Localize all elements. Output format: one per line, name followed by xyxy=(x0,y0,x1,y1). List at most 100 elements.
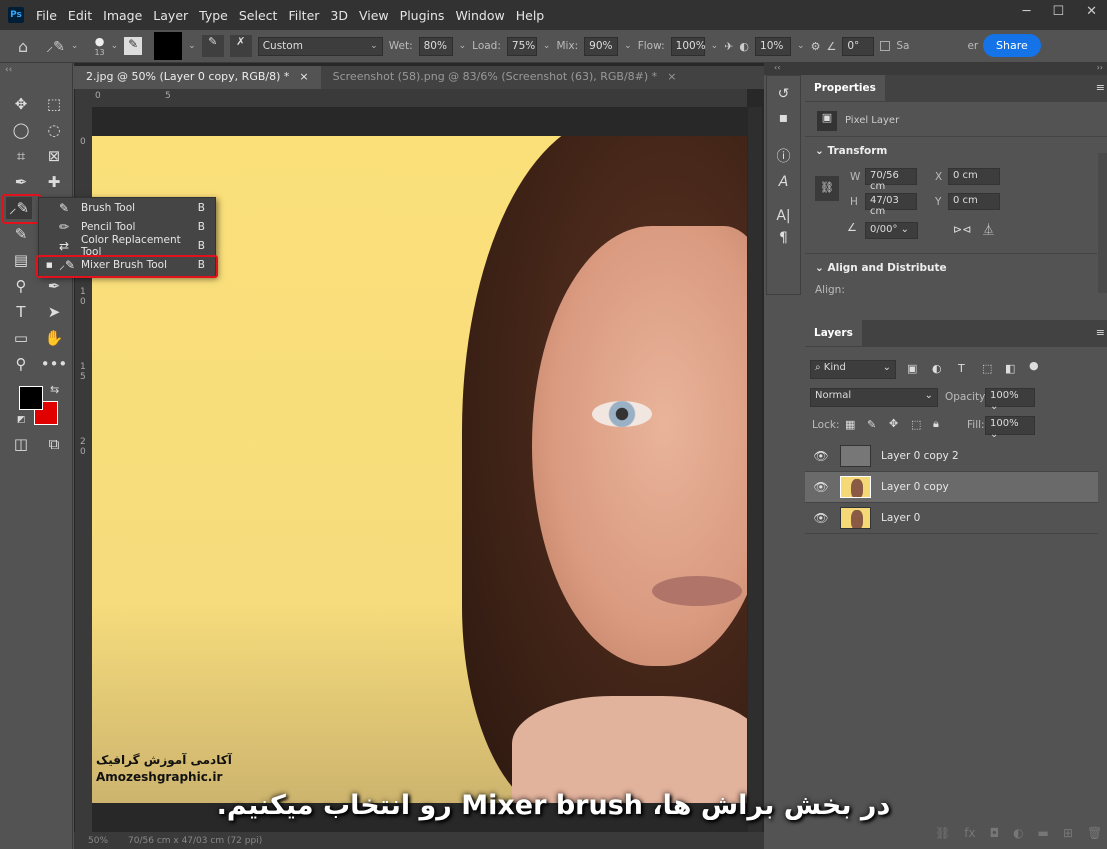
flip-vertical-icon[interactable]: ⏅ xyxy=(983,221,994,237)
rotation-input[interactable]: 0/00° ⌄ xyxy=(865,222,918,239)
lasso-tool-icon[interactable]: ◯ xyxy=(8,119,34,141)
lock-position-icon[interactable]: ✥ xyxy=(889,417,898,430)
more-tools-icon[interactable]: ••• xyxy=(41,353,68,375)
menu-layer[interactable]: Layer xyxy=(153,8,188,23)
share-button[interactable]: Share xyxy=(983,34,1041,57)
rectangle-tool-icon[interactable]: ▭ xyxy=(8,327,34,349)
pen-tool-icon[interactable]: ✒ xyxy=(41,275,67,297)
menu-plugins[interactable]: Plugins xyxy=(400,8,445,23)
vertical-scrollbar[interactable] xyxy=(748,107,762,832)
dodge-tool-icon[interactable]: ⚲ xyxy=(8,275,34,297)
history-brush-icon[interactable]: ✎ xyxy=(8,223,34,245)
lock-all-icon[interactable]: 🔒︎ xyxy=(933,417,939,431)
layer-row[interactable]: 👁︎ Layer 0 copy 2 xyxy=(805,441,1098,472)
quick-mask-icon[interactable]: ◫ xyxy=(8,433,34,455)
properties-scrollbar[interactable] xyxy=(1098,153,1107,293)
mix-input[interactable]: 90% xyxy=(584,36,619,56)
tab-screenshot-58[interactable]: Screenshot (58).png @ 83/6% (Screenshot … xyxy=(321,66,689,89)
eyedropper-icon[interactable]: ✒ xyxy=(8,171,34,193)
opacity-input[interactable]: 100% ⌄ xyxy=(985,388,1035,412)
close-icon[interactable]: ✕ xyxy=(1086,4,1097,19)
wet-input[interactable]: 80% xyxy=(418,36,453,56)
visibility-eye-icon[interactable]: 👁︎ xyxy=(805,480,837,494)
trash-icon[interactable]: 🗑︎ xyxy=(1087,826,1102,840)
gear-icon[interactable]: ⚙ xyxy=(811,40,821,53)
brush-settings-icon[interactable]: ✎ xyxy=(124,37,143,55)
info-icon[interactable]: ⓘ xyxy=(767,146,800,166)
default-colors-icon[interactable]: ◩ xyxy=(17,415,26,425)
transform-section[interactable]: ⌄ Transform xyxy=(815,145,887,157)
angle-input[interactable]: 0° xyxy=(842,36,875,56)
filter-pixel-icon[interactable]: ▣ xyxy=(907,362,917,375)
close-tab-icon[interactable]: × xyxy=(299,70,308,85)
load-input[interactable]: 75% xyxy=(506,36,537,56)
gradient-tool-icon[interactable]: ▤ xyxy=(8,249,34,271)
maximize-icon[interactable]: ☐ xyxy=(1052,4,1064,19)
menu-item-brush-tool[interactable]: ✎ Brush Tool B xyxy=(39,198,215,217)
zoom-tool-icon[interactable]: ⚲ xyxy=(8,353,34,375)
panel-menu-icon[interactable]: ≡ xyxy=(1096,81,1105,94)
filter-shape-icon[interactable]: ⬚ xyxy=(982,362,992,375)
layer-row[interactable]: 👁︎ Layer 0 xyxy=(805,503,1098,534)
type-tool-icon[interactable]: T xyxy=(8,301,34,323)
flip-horizontal-icon[interactable]: ⊳⊲ xyxy=(953,223,971,236)
visibility-eye-icon[interactable]: 👁︎ xyxy=(805,449,837,463)
brush-size-picker[interactable]: ● 13 xyxy=(94,35,104,57)
group-icon[interactable]: ▬ xyxy=(1038,826,1049,840)
menu-window[interactable]: Window xyxy=(455,8,504,23)
menu-edit[interactable]: Edit xyxy=(68,8,92,23)
history-icon[interactable]: ↺ xyxy=(767,86,800,102)
link-icon[interactable]: ⛓ xyxy=(815,176,839,201)
tab-properties[interactable]: Properties xyxy=(805,75,885,101)
lock-image-icon[interactable]: ✎ xyxy=(867,418,876,431)
add-mask-icon[interactable]: ◘ xyxy=(990,826,1000,840)
tab-layers[interactable]: Layers xyxy=(805,320,862,346)
menu-item-color-replacement-tool[interactable]: ⇄ Color Replacement Tool B xyxy=(39,234,215,258)
menu-image[interactable]: Image xyxy=(103,8,142,23)
preset-select[interactable]: Custom ⌄ xyxy=(257,36,383,56)
minimize-icon[interactable]: ─ xyxy=(1023,4,1031,19)
marquee-tool-icon[interactable]: ⬚ xyxy=(41,93,67,115)
load-brush-icon[interactable]: ✎ xyxy=(201,35,224,57)
menu-help[interactable]: Help xyxy=(516,8,545,23)
comments-icon[interactable]: ▪ xyxy=(767,110,800,126)
mixer-brush-preset-icon[interactable]: ⸝✎ xyxy=(46,37,65,56)
filter-toggle-icon[interactable]: ● xyxy=(1029,359,1039,372)
quick-selection-icon[interactable]: ◌ xyxy=(41,119,67,141)
home-icon[interactable]: ⌂ xyxy=(18,37,28,56)
close-tab-icon[interactable]: × xyxy=(667,70,676,85)
healing-brush-icon[interactable]: ✚ xyxy=(41,171,67,193)
lock-transparent-icon[interactable]: ▦ xyxy=(845,418,855,431)
character-styles-icon[interactable]: A| xyxy=(767,208,800,224)
fill-input[interactable]: 100% ⌄ xyxy=(985,416,1035,440)
path-selection-icon[interactable]: ➤ xyxy=(41,301,67,323)
y-input[interactable]: 0 cm xyxy=(948,193,1000,210)
blend-mode-select[interactable]: Normal ⌄ xyxy=(810,388,938,407)
crop-tool-icon[interactable]: ⌗ xyxy=(8,145,34,167)
adjustment-layer-icon[interactable]: ◐ xyxy=(1013,826,1023,840)
move-tool-icon[interactable]: ✥ xyxy=(8,93,34,115)
lock-artboard-icon[interactable]: ⬚ xyxy=(911,418,921,431)
hand-tool-icon[interactable]: ✋ xyxy=(41,327,67,349)
menu-file[interactable]: File xyxy=(36,8,57,23)
panel-menu-icon[interactable]: ≡ xyxy=(1096,326,1105,339)
menu-type[interactable]: Type xyxy=(199,8,228,23)
character-icon[interactable]: A xyxy=(767,174,800,190)
visibility-eye-icon[interactable]: 👁︎ xyxy=(805,511,837,525)
layer-filter-select[interactable]: ⌕ Kind ⌄ xyxy=(810,360,896,379)
align-section[interactable]: ⌄ Align and Distribute xyxy=(815,262,947,274)
flow-input[interactable]: 100% xyxy=(670,36,706,56)
screen-mode-icon[interactable]: ⧉ xyxy=(41,433,67,455)
menu-3d[interactable]: 3D xyxy=(330,8,348,23)
menu-view[interactable]: View xyxy=(359,8,389,23)
tab-2jpg[interactable]: 2.jpg @ 50% (Layer 0 copy, RGB/8) * × xyxy=(74,66,321,89)
x-input[interactable]: 0 cm xyxy=(948,168,1000,185)
smoothing-input[interactable]: 10% xyxy=(755,36,792,56)
airbrush-icon[interactable]: ✈ xyxy=(724,40,733,53)
filter-type-icon[interactable]: T xyxy=(958,362,965,375)
clean-brush-icon[interactable]: ✗ xyxy=(229,35,252,57)
fx-icon[interactable]: fx xyxy=(964,826,975,840)
load-color-swatch[interactable] xyxy=(154,32,183,60)
menu-select[interactable]: Select xyxy=(239,8,278,23)
height-input[interactable]: 47/03 cm xyxy=(865,193,917,217)
